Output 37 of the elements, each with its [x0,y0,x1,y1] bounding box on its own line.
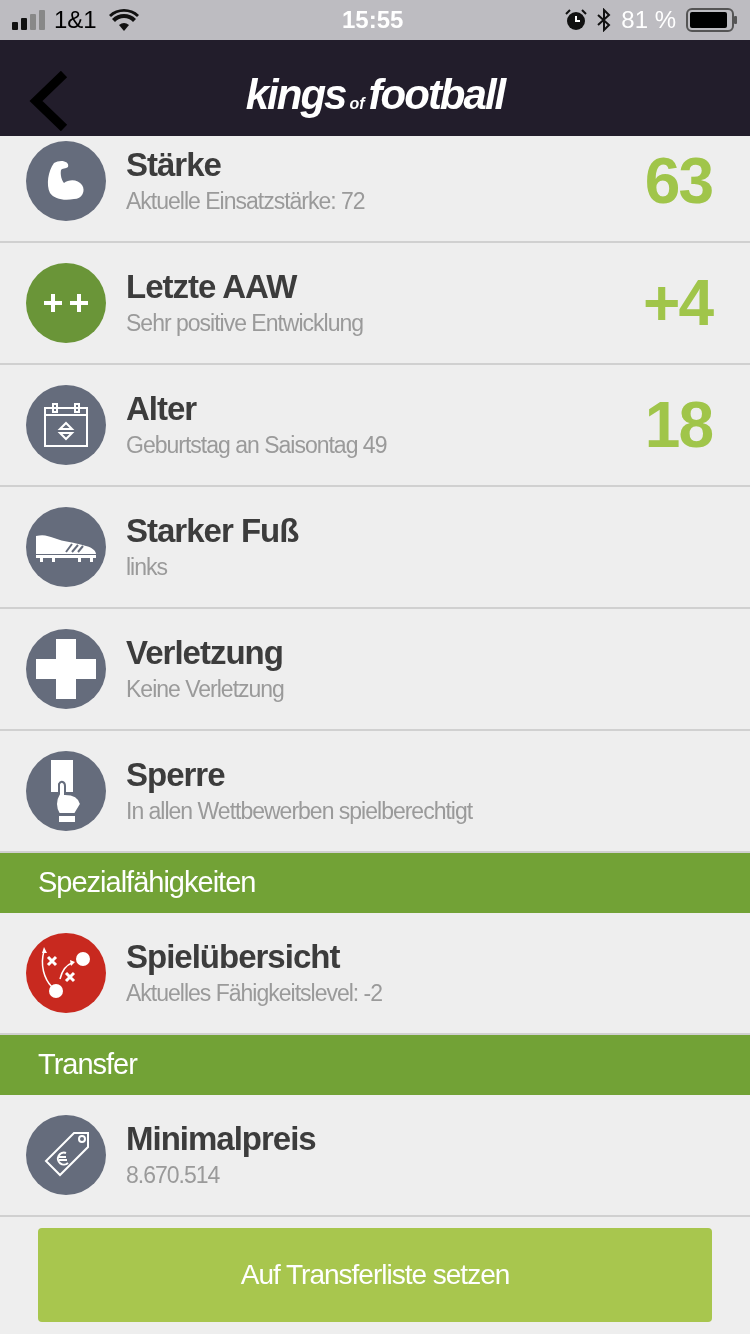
row-title: Starker Fuß [126,511,300,551]
row-title: Alter [126,389,198,429]
alarm-icon [565,9,588,31]
battery-percentage: 81 % [621,5,676,35]
row-subtitle: Sehr positive Entwicklung [126,309,365,338]
clock-time: 15:55 [342,5,404,35]
row-subtitle: links [126,553,168,582]
section-header: Spezialfähigkeiten [0,853,750,913]
row-subtitle: 8.670.514 [126,1161,221,1190]
row-title: Verletzung [126,633,284,673]
transfer-list-button[interactable]: Auf Transferliste setzen [38,1228,712,1322]
bluetooth-icon [597,8,612,32]
row-subtitle: In allen Wettbewerben spielberechtigt [126,797,474,826]
hand-with-card-icon [49,760,83,822]
row-title: Letzte AAW [126,267,299,307]
row-title: Spielübersicht [126,937,341,977]
logo-text: football [368,70,505,120]
wifi-icon [108,9,139,31]
logo-text: of [349,94,365,114]
row-title: Stärke [126,145,222,185]
stat-value: 63 [644,144,712,219]
section-header: Transfer [0,1035,750,1095]
carrier-name: 1&1 [54,5,97,35]
row-subtitle: Geburtstag an Saisontag 49 [126,431,388,460]
football-boot-icon [34,532,98,562]
row-title: Sperre [126,755,226,795]
stat-value: +4 [643,266,712,341]
row-subtitle: Keine Verletzung [126,675,285,704]
row-title: Minimalpreis [126,1119,317,1159]
calendar-icon [43,402,89,448]
row-subtitle: Aktuelle Einsatzstärke: 72 [126,187,366,216]
row-subtitle: Aktuelles Fähigkeitslevel: -2 [126,979,384,1008]
battery-icon [686,8,738,32]
medical-cross-icon [36,639,96,699]
double-plus-icon [42,293,90,313]
stat-value: 18 [644,388,712,463]
logo-text: kings [245,70,346,120]
